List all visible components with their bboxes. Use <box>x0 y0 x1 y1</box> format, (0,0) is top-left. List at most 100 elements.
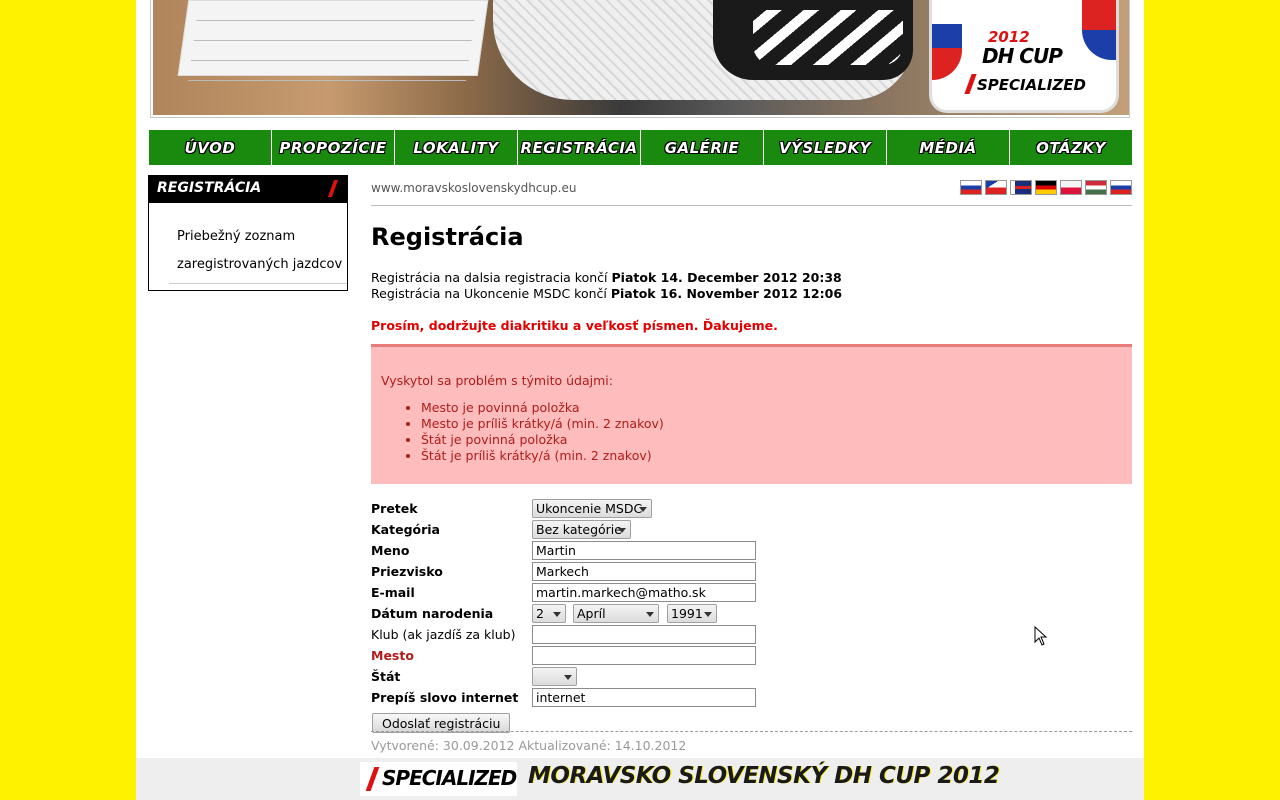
banner-glove-pattern <box>753 10 903 65</box>
birth-month-select[interactable]: Apríl <box>573 604 659 623</box>
footer: SPECIALIZED Moravsko Slovenský DH Cup 20… <box>136 758 1144 800</box>
czech-flag-icon[interactable] <box>985 180 1007 195</box>
kategoria-value: Bez kategórie <box>536 522 622 537</box>
submit-registration-button[interactable]: Odoslať registráciu <box>372 713 511 733</box>
deadline-2-date: Piatok 16. November 2012 12:06 <box>610 286 843 301</box>
nav-lokality[interactable]: Lokality <box>395 130 518 165</box>
specialized-logo[interactable]: SPECIALIZED <box>360 762 517 796</box>
row-mesto: Mesto <box>371 645 1132 666</box>
error-item: Štát je príliš krátky/á (min. 2 znakov) <box>421 448 664 464</box>
email-input[interactable] <box>532 583 756 602</box>
nav-otazky[interactable]: Otázky <box>1010 130 1132 165</box>
error-item: Mesto je príliš krátky/á (min. 2 znakov) <box>421 416 664 432</box>
mouse-pointer-icon <box>1034 626 1048 646</box>
deadline-1: Registrácia na dalsia registracia končí … <box>371 270 842 285</box>
birth-year-value: 1991 <box>671 606 703 621</box>
row-priezvisko: Priezvisko <box>371 561 1132 582</box>
logo-title: DH CUP <box>982 44 1063 68</box>
language-flags <box>960 180 1132 195</box>
birth-day-value: 2 <box>536 606 544 621</box>
error-box: Vyskytol sa problém s týmito údajmi: Mes… <box>371 344 1132 484</box>
row-email: E-mail <box>371 582 1132 603</box>
row-pretek: Pretek Ukoncenie MSDC <box>371 498 1132 519</box>
page: 2012 DH CUP SPECIALIZED Úvod Propozície … <box>136 0 1144 800</box>
row-meno: Meno <box>371 540 1132 561</box>
nav-registracia[interactable]: Registrácia <box>518 130 641 165</box>
chevron-down-icon <box>553 612 561 617</box>
russian-flag-icon[interactable] <box>1110 180 1132 195</box>
pretek-label: Pretek <box>371 501 418 516</box>
content-divider <box>371 205 1132 206</box>
mesto-label: Mesto <box>371 648 414 663</box>
sidebar: Registrácia Priebežný zoznam zaregistrov… <box>148 175 348 291</box>
sidebar-divider <box>169 283 347 284</box>
error-item: Mesto je povinná položka <box>421 400 664 416</box>
banner-paper-sheet <box>177 0 489 81</box>
kategoria-select[interactable]: Bez kategórie <box>532 520 631 539</box>
specialized-logo-icon <box>327 180 339 197</box>
mesto-input[interactable] <box>532 646 756 665</box>
error-list: Mesto je povinná položka Mesto je príliš… <box>421 400 664 464</box>
chevron-down-icon <box>704 612 712 617</box>
error-intro: Vyskytol sa problém s týmito údajmi: <box>381 373 613 388</box>
deadline-1-date: Piatok 14. December 2012 20:38 <box>611 270 842 285</box>
row-klub: Klub (ak jazdíš za klub) <box>371 624 1132 645</box>
polish-flag-icon[interactable] <box>1060 180 1082 195</box>
uk-flag-icon[interactable] <box>1010 180 1032 195</box>
priezvisko-label: Priezvisko <box>371 564 443 579</box>
chevron-down-icon <box>618 528 626 533</box>
slovak-flag-ribbon <box>932 0 962 80</box>
nav-uvod[interactable]: Úvod <box>149 130 272 165</box>
captcha-input[interactable] <box>532 688 756 707</box>
page-meta: Vytvorené: 30.09.2012 Aktualizované: 14.… <box>371 738 687 753</box>
row-kategoria: Kategória Bez kategórie <box>371 519 1132 540</box>
deadline-2: Registrácia na Ukoncenie MSDC končí Piat… <box>371 286 842 301</box>
row-stat: Štát <box>371 666 1132 687</box>
error-item: Štát je povinná položka <box>421 432 664 448</box>
birth-month-value: Apríl <box>577 606 606 621</box>
sidebar-heading: Registrácia <box>149 176 347 203</box>
logo-brand: SPECIALIZED <box>968 74 1086 94</box>
birth-year-select[interactable]: 1991 <box>667 604 717 623</box>
chevron-down-icon <box>646 612 654 617</box>
footer-brand-text: SPECIALIZED <box>382 766 517 790</box>
stat-select[interactable] <box>532 667 577 686</box>
nav-galerie[interactable]: Galérie <box>641 130 764 165</box>
row-captcha: Prepíš slovo internet <box>371 687 1132 708</box>
chevron-down-icon <box>564 675 572 680</box>
hungarian-flag-icon[interactable] <box>1085 180 1107 195</box>
deadline-1-text: Registrácia na dalsia registracia končí <box>371 270 608 285</box>
deadline-2-text: Registrácia na Ukoncenie MSDC končí <box>371 286 607 301</box>
row-datum-narodenia: Dátum narodenia 2 Apríl 1991 <box>371 603 1132 624</box>
stat-label: Štát <box>371 669 401 684</box>
priezvisko-input[interactable] <box>532 562 756 581</box>
birth-day-select[interactable]: 2 <box>532 604 566 623</box>
datum-label: Dátum narodenia <box>371 606 494 621</box>
sidebar-link-registered-riders[interactable]: Priebežný zoznam zaregistrovaných jazdco… <box>177 223 355 279</box>
footer-divider <box>371 731 1132 732</box>
nav-propozicie[interactable]: Propozície <box>272 130 395 165</box>
nav-vysledky[interactable]: Výsledky <box>764 130 887 165</box>
nav-media[interactable]: Médiá <box>887 130 1010 165</box>
kategoria-label: Kategória <box>371 522 440 537</box>
pretek-value: Ukoncenie MSDC <box>536 501 643 516</box>
page-title: Registrácia <box>371 223 524 251</box>
klub-input[interactable] <box>532 625 756 644</box>
email-label: E-mail <box>371 585 415 600</box>
meno-input[interactable] <box>532 541 756 560</box>
slovak-flag-icon[interactable] <box>960 180 982 195</box>
sidebar-heading-text: Registrácia <box>157 180 262 196</box>
site-url: www.moravskoslovenskydhcup.eu <box>371 181 577 195</box>
flag-ribbon <box>1082 0 1116 60</box>
captcha-label: Prepíš slovo internet <box>371 690 519 705</box>
klub-label: Klub (ak jazdíš za klub) <box>371 627 516 642</box>
specialized-s-icon <box>365 767 380 791</box>
pretek-select[interactable]: Ukoncenie MSDC <box>532 499 652 518</box>
diacritics-warning: Prosím, dodržujte diakritiku a veľkosť p… <box>371 318 778 333</box>
header-banner: 2012 DH CUP SPECIALIZED <box>150 0 1130 118</box>
chevron-down-icon <box>639 507 647 512</box>
dh-cup-logo[interactable]: 2012 DH CUP SPECIALIZED <box>929 0 1119 113</box>
main-navigation: Úvod Propozície Lokality Registrácia Gal… <box>149 130 1132 165</box>
footer-title: Moravsko Slovenský DH Cup 2012 <box>528 763 1000 789</box>
german-flag-icon[interactable] <box>1035 180 1057 195</box>
